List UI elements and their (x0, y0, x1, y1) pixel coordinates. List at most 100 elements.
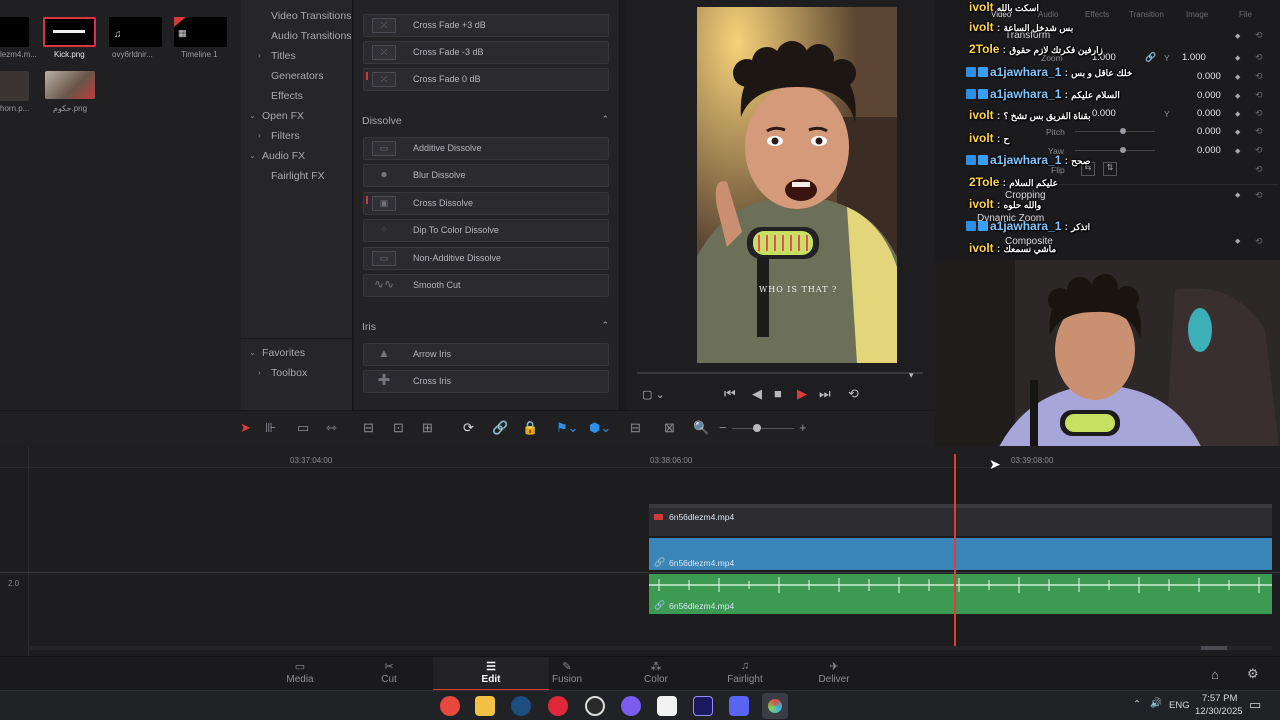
chevron-down-icon[interactable]: ⌄ (249, 348, 256, 357)
inspector-tab-transition[interactable]: Transition (1129, 10, 1164, 19)
value-4[interactable]: 0.000 (1197, 126, 1221, 137)
value-5[interactable]: 0.000 (1197, 145, 1221, 156)
keyframe-diamond-icon[interactable]: ◆ (1235, 110, 1240, 118)
reset-icon[interactable]: ⟲ (1255, 108, 1263, 119)
inspector-tab-image[interactable]: Image (1186, 10, 1208, 19)
speaker-icon[interactable]: 🔊 (1150, 698, 1162, 709)
timeline-scrollbar[interactable] (28, 646, 1272, 650)
transition-additive-dissolve[interactable]: ▭ Additive Dissolve (363, 137, 609, 160)
section-dissolve[interactable]: Dissolve (362, 115, 402, 127)
file-explorer-icon[interactable] (475, 696, 495, 716)
chevron-down-icon[interactable]: ⌄ (249, 151, 256, 160)
inspector-tab-effects[interactable]: Effects (1085, 10, 1109, 19)
keyframe-diamond-icon[interactable]: ◆ (1235, 32, 1240, 40)
inspector-tab-audio[interactable]: Audio (1038, 10, 1058, 19)
page-tab-cut[interactable]: ✂ Cut (344, 657, 434, 691)
clip-thumbnail-1[interactable] (0, 17, 29, 47)
loop-icon[interactable]: ⟲ (848, 386, 859, 402)
clip-thumbnail-audio[interactable]: ♫ (109, 17, 162, 47)
page-tab-color[interactable]: ⁂ Color (611, 657, 701, 691)
notification-icon[interactable]: ▭ (1249, 697, 1261, 713)
premiere-icon[interactable] (693, 696, 713, 716)
pitch-slider-handle[interactable] (1120, 128, 1126, 134)
flag-icon[interactable]: ⚑⌄ (556, 420, 579, 436)
tree-filters[interactable]: Filters (271, 130, 300, 142)
chevron-right-icon[interactable]: › (258, 131, 261, 140)
zoom-out-icon[interactable]: − (719, 420, 727, 435)
clip-thumbnail-kick[interactable] (43, 17, 96, 47)
flip-vertical-icon[interactable]: ⇅ (1103, 162, 1117, 176)
keyframe-diamond-icon[interactable]: ◆ (1235, 191, 1240, 199)
app-icon-5[interactable] (585, 696, 605, 716)
chevron-right-icon[interactable]: › (258, 51, 261, 60)
page-tab-fairlight[interactable]: ♫ Fairlight (700, 657, 790, 691)
replace-clip-icon[interactable]: ⊞ (422, 420, 433, 436)
app-icon-4[interactable] (548, 696, 568, 716)
chevron-up-icon[interactable]: ⌃ (601, 114, 609, 125)
zoom-full-icon[interactable]: ⊟ (630, 420, 641, 436)
selection-tool-icon[interactable]: ➤ (240, 420, 251, 436)
reset-icon[interactable]: ⟲ (1255, 145, 1263, 156)
notion-icon[interactable] (657, 696, 677, 716)
reset-icon[interactable]: ⟲ (1255, 164, 1263, 175)
viewer-options-icon[interactable]: ▢ ⌄ (642, 388, 665, 401)
tree-audio-transitions[interactable]: Audio Transitions (271, 30, 352, 42)
home-icon[interactable]: ⌂ (1211, 667, 1219, 682)
skip-to-end-icon[interactable]: ⏭ (819, 386, 831, 402)
keyframe-diamond-icon[interactable]: ◆ (1235, 73, 1240, 81)
steam-icon[interactable] (511, 696, 531, 716)
section-iris[interactable]: Iris (362, 321, 376, 333)
trim-tool-icon[interactable]: ⊪ (265, 420, 276, 436)
timeline-ruler[interactable] (0, 446, 1280, 468)
reset-icon[interactable]: ⟲ (1255, 52, 1263, 63)
clip-thumbnail-6[interactable] (45, 71, 95, 99)
video-clip-v1[interactable]: 🔗 6n56dlezm4.mp4 (649, 538, 1272, 570)
linked-selection-icon[interactable]: 🔗 (492, 420, 508, 436)
chevron-up-icon[interactable]: ⌃ (1133, 699, 1141, 710)
blade-tool-icon[interactable]: ⇿ (326, 420, 337, 436)
transition-cross-fade-0[interactable]: ⤫ Cross Fade 0 dB (363, 68, 609, 91)
clip-thumbnail-5[interactable] (0, 71, 29, 101)
tree-toolbox[interactable]: Toolbox (271, 367, 307, 379)
video-clip-v2[interactable]: 6n56dlezm4.mp4 (649, 504, 1272, 536)
marker-icon[interactable]: ⬢⌄ (589, 420, 611, 436)
play-icon[interactable]: ▶ (797, 386, 807, 402)
lock-icon[interactable]: 🔒 (522, 420, 538, 436)
tree-fairlight-fx[interactable]: Fairlight FX (271, 170, 325, 182)
tree-generators[interactable]: Generators (271, 70, 324, 82)
reset-icon[interactable]: ⟲ (1255, 71, 1263, 82)
keyframe-diamond-icon[interactable]: ◆ (1235, 92, 1240, 100)
tree-video-transitions[interactable]: Video Transitions (271, 10, 351, 22)
dynamic-trim-icon[interactable]: ▭ (297, 420, 309, 436)
snapping-icon[interactable]: ⟳ (463, 420, 474, 436)
transition-cross-fade-minus3[interactable]: ⤫ Cross Fade -3 dB (363, 41, 609, 64)
playhead-marker-icon[interactable]: ▾ (909, 370, 914, 381)
audio-clip-a1[interactable]: 🔗 6n56dlezm4.mp4 (649, 574, 1272, 614)
keyframe-diamond-icon[interactable]: ◆ (1235, 147, 1240, 155)
keyframe-diamond-icon[interactable]: ◆ (1235, 237, 1240, 245)
skip-to-start-icon[interactable]: ⏮ (724, 386, 736, 402)
page-tab-deliver[interactable]: ✈ Deliver (789, 657, 879, 691)
viewer-scrubber[interactable] (637, 372, 923, 374)
transition-cross-fade-plus3[interactable]: ⤫ Cross Fade +3 dB (363, 14, 609, 37)
transition-smooth-cut[interactable]: ∿∿ Smooth Cut (363, 274, 609, 297)
app-icon-1[interactable] (440, 696, 460, 716)
zoom-slider-handle[interactable] (753, 424, 761, 432)
step-back-icon[interactable]: ◀ (752, 386, 762, 402)
keyframe-diamond-icon[interactable]: ◆ (1235, 128, 1240, 136)
zoom-detail-icon[interactable]: ⊠ (664, 420, 675, 436)
clock-time[interactable]: 7:57 PM (1202, 693, 1237, 704)
tree-effects[interactable]: Effects (271, 90, 303, 102)
clock-date[interactable]: 12/30/2025 (1195, 706, 1243, 717)
playhead[interactable] (954, 454, 956, 646)
inspector-tab-file[interactable]: File (1239, 10, 1252, 19)
reset-icon[interactable]: ⟲ (1255, 30, 1263, 41)
reset-icon[interactable]: ⟲ (1255, 126, 1263, 137)
timeline[interactable]: 03:37:04:00 03:38:06:00 03:39:08:00 2.0 … (0, 446, 1280, 656)
page-tab-fusion[interactable]: ✎ Fusion (522, 657, 612, 691)
zoom-y-value[interactable]: 1.000 (1182, 52, 1206, 63)
value-1[interactable]: 0.000 (1197, 71, 1221, 82)
chevron-down-icon[interactable]: ⌄ (249, 111, 256, 120)
insert-clip-icon[interactable]: ⊟ (363, 420, 374, 436)
keyframe-diamond-icon[interactable]: ◆ (1235, 54, 1240, 62)
